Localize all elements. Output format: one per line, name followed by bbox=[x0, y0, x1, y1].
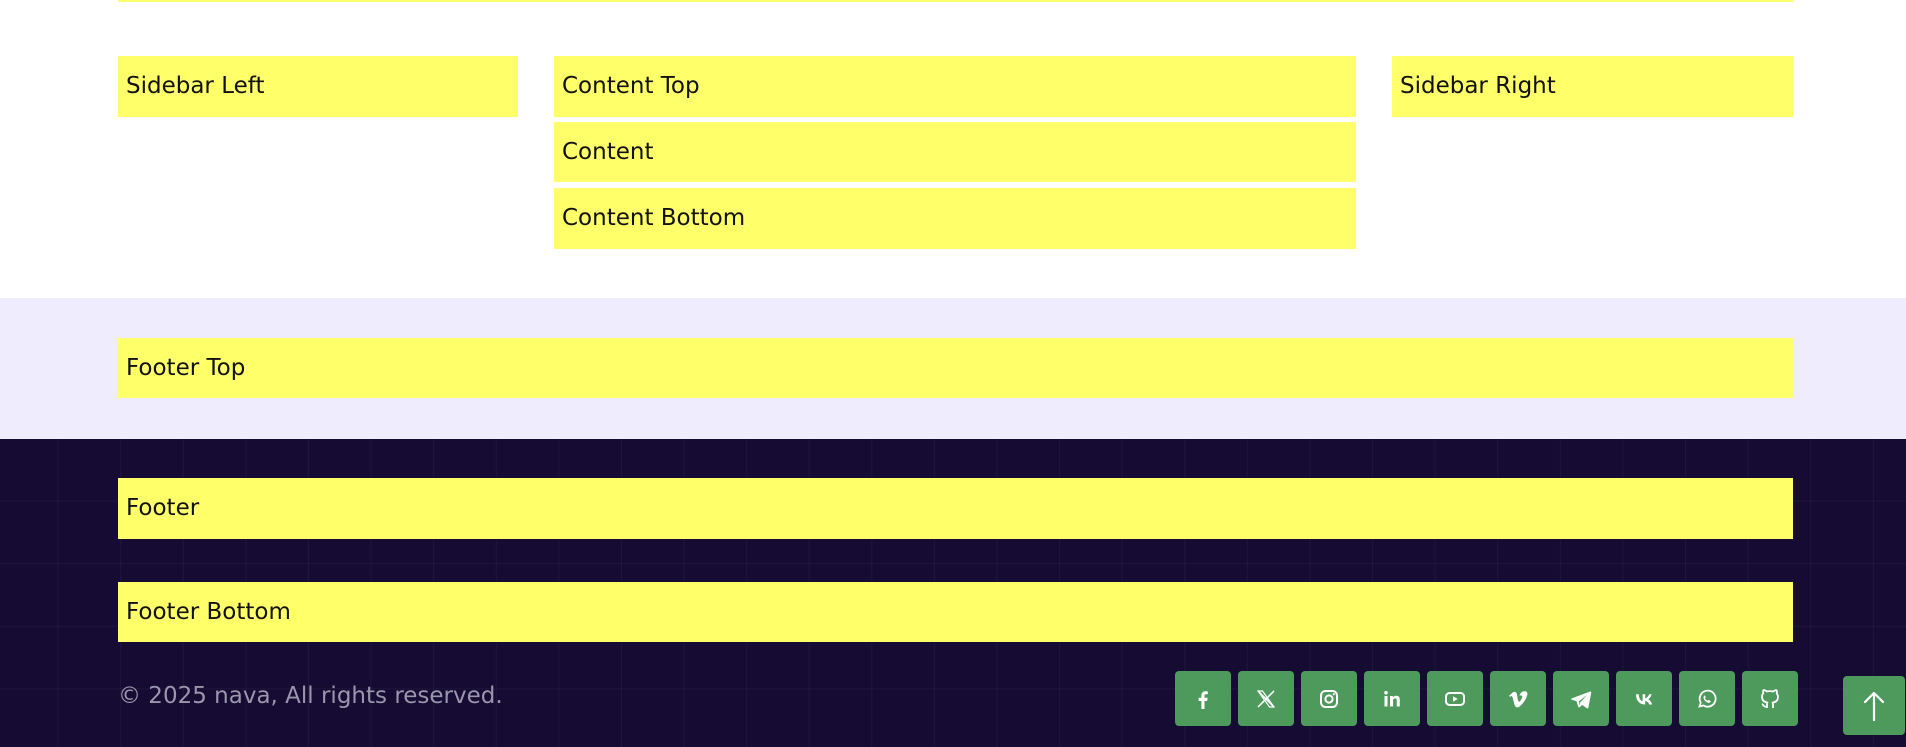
sidebar-right-module: Sidebar Right bbox=[1392, 56, 1793, 117]
sidebar-left-label: Sidebar Left bbox=[126, 73, 265, 99]
content-top-label: Content Top bbox=[562, 73, 700, 99]
x-link[interactable] bbox=[1238, 671, 1294, 726]
vk-icon bbox=[1636, 693, 1653, 704]
vimeo-icon bbox=[1509, 690, 1528, 707]
github-icon bbox=[1761, 688, 1779, 708]
instagram-link[interactable] bbox=[1301, 671, 1357, 726]
github-link[interactable] bbox=[1742, 671, 1798, 726]
back-to-top-button[interactable] bbox=[1843, 676, 1905, 735]
footer-top-module: Footer Top bbox=[118, 338, 1793, 398]
instagram-icon bbox=[1320, 689, 1338, 708]
telegram-link[interactable] bbox=[1553, 671, 1609, 726]
facebook-icon bbox=[1198, 690, 1208, 709]
facebook-link[interactable] bbox=[1175, 671, 1231, 726]
vk-link[interactable] bbox=[1616, 671, 1672, 726]
social-links bbox=[1175, 671, 1798, 726]
whatsapp-icon bbox=[1698, 689, 1717, 708]
content-top-module: Content Top bbox=[554, 56, 1356, 117]
content-label: Content bbox=[562, 138, 654, 165]
arrow-up-icon bbox=[1863, 691, 1885, 721]
top-module-border bbox=[118, 0, 1793, 2]
telegram-icon bbox=[1571, 690, 1592, 709]
footer-label: Footer bbox=[126, 495, 200, 521]
youtube-link[interactable] bbox=[1427, 671, 1483, 726]
footer-bottom-label: Footer Bottom bbox=[126, 598, 291, 625]
footer-module: Footer bbox=[118, 478, 1793, 539]
footer-top-section: Footer Top bbox=[0, 298, 1906, 439]
x-icon bbox=[1256, 689, 1276, 708]
whatsapp-link[interactable] bbox=[1679, 671, 1735, 726]
sidebar-left-module: Sidebar Left bbox=[118, 56, 518, 117]
linkedin-link[interactable] bbox=[1364, 671, 1420, 726]
vimeo-link[interactable] bbox=[1490, 671, 1546, 726]
content-bottom-label: Content Bottom bbox=[562, 205, 746, 231]
content-bottom-module: Content Bottom bbox=[554, 188, 1356, 249]
linkedin-icon bbox=[1384, 690, 1400, 706]
sidebar-right-label: Sidebar Right bbox=[1400, 73, 1556, 99]
footer-top-label: Footer Top bbox=[126, 354, 246, 381]
youtube-icon bbox=[1445, 691, 1465, 706]
copyright-text: © 2025 nava, All rights reserved. bbox=[118, 683, 503, 709]
footer-bottom-module: Footer Bottom bbox=[118, 582, 1793, 642]
content-module: Content bbox=[554, 122, 1356, 182]
